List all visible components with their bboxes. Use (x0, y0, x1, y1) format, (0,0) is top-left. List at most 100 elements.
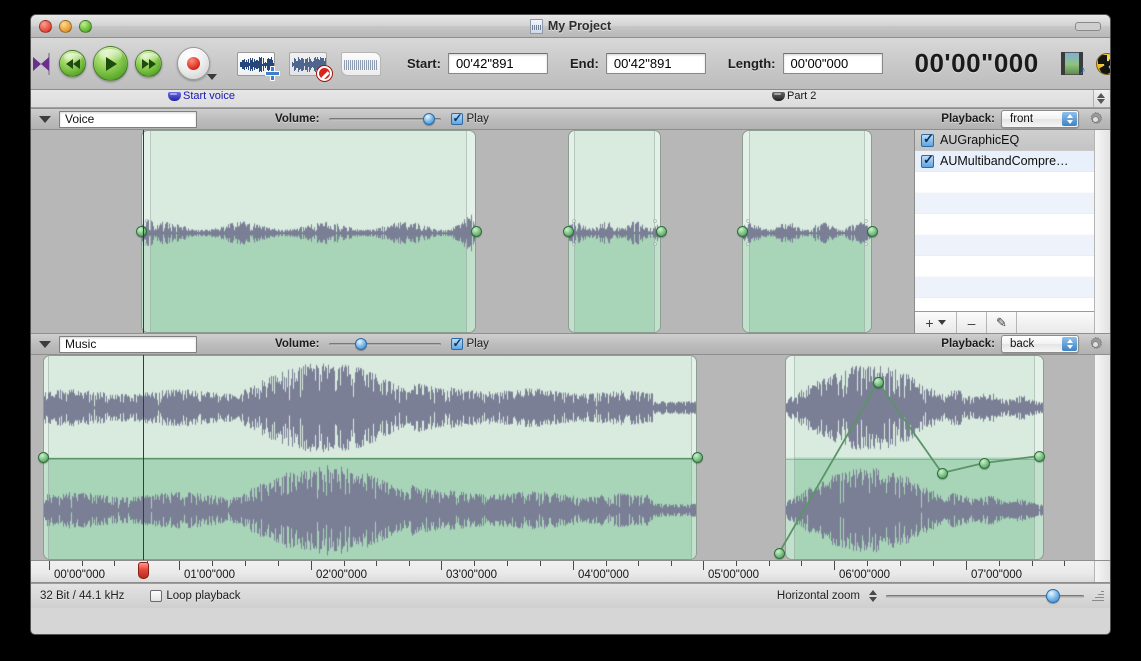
chevron-updown-icon[interactable] (1062, 112, 1077, 126)
effect-row-empty[interactable] (915, 256, 1094, 277)
audio-clip[interactable] (742, 130, 872, 333)
envelope-node[interactable] (38, 452, 49, 463)
chevron-updown-icon[interactable] (1062, 337, 1077, 351)
movie-audio-icon[interactable]: ♪ (1061, 52, 1085, 75)
start-input[interactable]: 00'42"891 (448, 53, 548, 74)
track-body-music[interactable] (31, 355, 1110, 560)
track-body-voice[interactable]: AUGraphicEQAUMultibandCompre… + – ✎ (31, 130, 1110, 333)
end-input[interactable]: 00'42"891 (606, 53, 706, 74)
vertical-scrollbar[interactable] (1094, 355, 1110, 560)
toolbar-toggle-button[interactable] (1075, 22, 1101, 31)
marker-part-2[interactable]: Part 2 (772, 91, 816, 102)
audio-clip[interactable] (141, 130, 476, 333)
envelope-node[interactable] (979, 458, 990, 469)
stepper-up-icon[interactable] (869, 590, 877, 595)
volume-envelope-line[interactable] (142, 233, 476, 234)
scroll-down-icon[interactable] (1097, 99, 1105, 104)
envelope-node[interactable] (774, 548, 785, 559)
envelope-node[interactable] (656, 226, 667, 237)
volume-slider-knob[interactable] (355, 338, 367, 350)
volume-slider-music[interactable] (329, 337, 441, 351)
ruler-tick-minor (1064, 561, 1065, 566)
envelope-node[interactable] (471, 226, 482, 237)
effect-row-empty[interactable] (915, 193, 1094, 214)
stepper-down-icon[interactable] (869, 597, 877, 602)
volume-slider-knob[interactable] (423, 113, 435, 125)
marker-start-voice[interactable]: Start voice (168, 91, 235, 102)
effect-row-empty[interactable] (915, 235, 1094, 256)
marker-strip[interactable]: Start voice Part 2 (31, 90, 1110, 108)
burn-disc-icon[interactable] (1096, 53, 1111, 75)
playback-select-music[interactable]: back (1001, 335, 1079, 353)
stepper-up-down-icon[interactable] (868, 588, 878, 604)
ruler-label: 06'00"000 (839, 569, 890, 581)
close-button[interactable] (39, 20, 52, 33)
volume-envelope-line[interactable] (569, 233, 661, 234)
ruler-tick-minor (606, 561, 607, 566)
horizontal-zoom-slider[interactable] (886, 589, 1084, 603)
remove-effect-button[interactable]: – (957, 312, 987, 333)
gear-icon[interactable] (1087, 336, 1104, 353)
time-ruler[interactable]: 00'00"00001'00"00002'00"00003'00"00004'0… (31, 560, 1110, 583)
ruler-tick-major (311, 561, 312, 570)
playhead-handle[interactable] (138, 562, 149, 579)
track-name-input-music[interactable]: Music (59, 336, 197, 353)
envelope-node[interactable] (937, 468, 948, 479)
fade-waveform-icon[interactable] (341, 52, 381, 76)
loop-playback-checkbox[interactable] (150, 590, 162, 602)
edit-effect-button[interactable]: ✎ (987, 312, 1017, 333)
effect-row-empty[interactable] (915, 214, 1094, 235)
envelope-node[interactable] (873, 377, 884, 388)
length-input[interactable]: 00'00"000 (783, 53, 883, 74)
effect-row-empty[interactable] (915, 298, 1094, 311)
minimize-button[interactable] (59, 20, 72, 33)
play-checkbox-music[interactable] (451, 338, 463, 350)
envelope-node[interactable] (737, 226, 748, 237)
disclosure-triangle-down-icon[interactable] (39, 341, 51, 348)
audio-clip[interactable] (568, 130, 661, 333)
length-field-label: Length: (728, 56, 776, 71)
horizontal-scroll-placeholder[interactable] (1094, 561, 1110, 582)
record-icon[interactable] (177, 47, 210, 80)
ruler-tick-minor (344, 561, 345, 566)
fast-forward-icon[interactable] (135, 50, 162, 77)
effects-panel: AUGraphicEQAUMultibandCompre… + – ✎ (914, 130, 1094, 333)
vertical-scrollbar[interactable] (1094, 130, 1110, 333)
playback-select-voice[interactable]: front (1001, 110, 1079, 128)
track-name-input-voice[interactable]: Voice (59, 111, 197, 128)
envelope-node[interactable] (563, 226, 574, 237)
horizontal-zoom-knob[interactable] (1046, 589, 1060, 603)
delete-waveform-icon[interactable] (289, 52, 327, 76)
ruler-tick-minor (900, 561, 901, 566)
playback-select-value: front (1010, 113, 1033, 125)
scroll-up-icon[interactable] (1097, 93, 1105, 98)
volume-envelope-line[interactable] (743, 233, 872, 234)
resize-grip-icon[interactable] (1090, 589, 1104, 603)
disclosure-triangle-down-icon[interactable] (39, 116, 51, 123)
clip-waveform-channel (786, 358, 1044, 457)
envelope-node[interactable] (136, 226, 147, 237)
effect-row-empty[interactable] (915, 277, 1094, 298)
play-checkbox-voice[interactable] (451, 113, 463, 125)
vertical-scroll-stepper[interactable] (1093, 90, 1108, 107)
effect-row-empty[interactable] (915, 172, 1094, 193)
add-waveform-icon[interactable] (237, 52, 275, 76)
window-controls (39, 20, 92, 33)
add-effect-button[interactable]: + (915, 312, 957, 333)
rewind-icon[interactable] (59, 50, 86, 77)
effect-row[interactable]: AUGraphicEQ (915, 130, 1094, 151)
envelope-node[interactable] (692, 452, 703, 463)
effect-row[interactable]: AUMultibandCompre… (915, 151, 1094, 172)
effects-list[interactable]: AUGraphicEQAUMultibandCompre… (915, 130, 1094, 311)
play-icon[interactable] (93, 46, 128, 81)
loop-playback-label: Loop playback (166, 590, 240, 602)
effect-enabled-checkbox[interactable] (921, 134, 934, 147)
audio-clip[interactable] (785, 355, 1044, 560)
gear-icon[interactable] (1087, 111, 1104, 128)
envelope-node[interactable] (1034, 451, 1045, 462)
volume-envelope-line[interactable] (43, 458, 697, 459)
envelope-node[interactable] (867, 226, 878, 237)
effect-enabled-checkbox[interactable] (921, 155, 934, 168)
zoom-button[interactable] (79, 20, 92, 33)
volume-slider-voice[interactable] (329, 112, 441, 126)
